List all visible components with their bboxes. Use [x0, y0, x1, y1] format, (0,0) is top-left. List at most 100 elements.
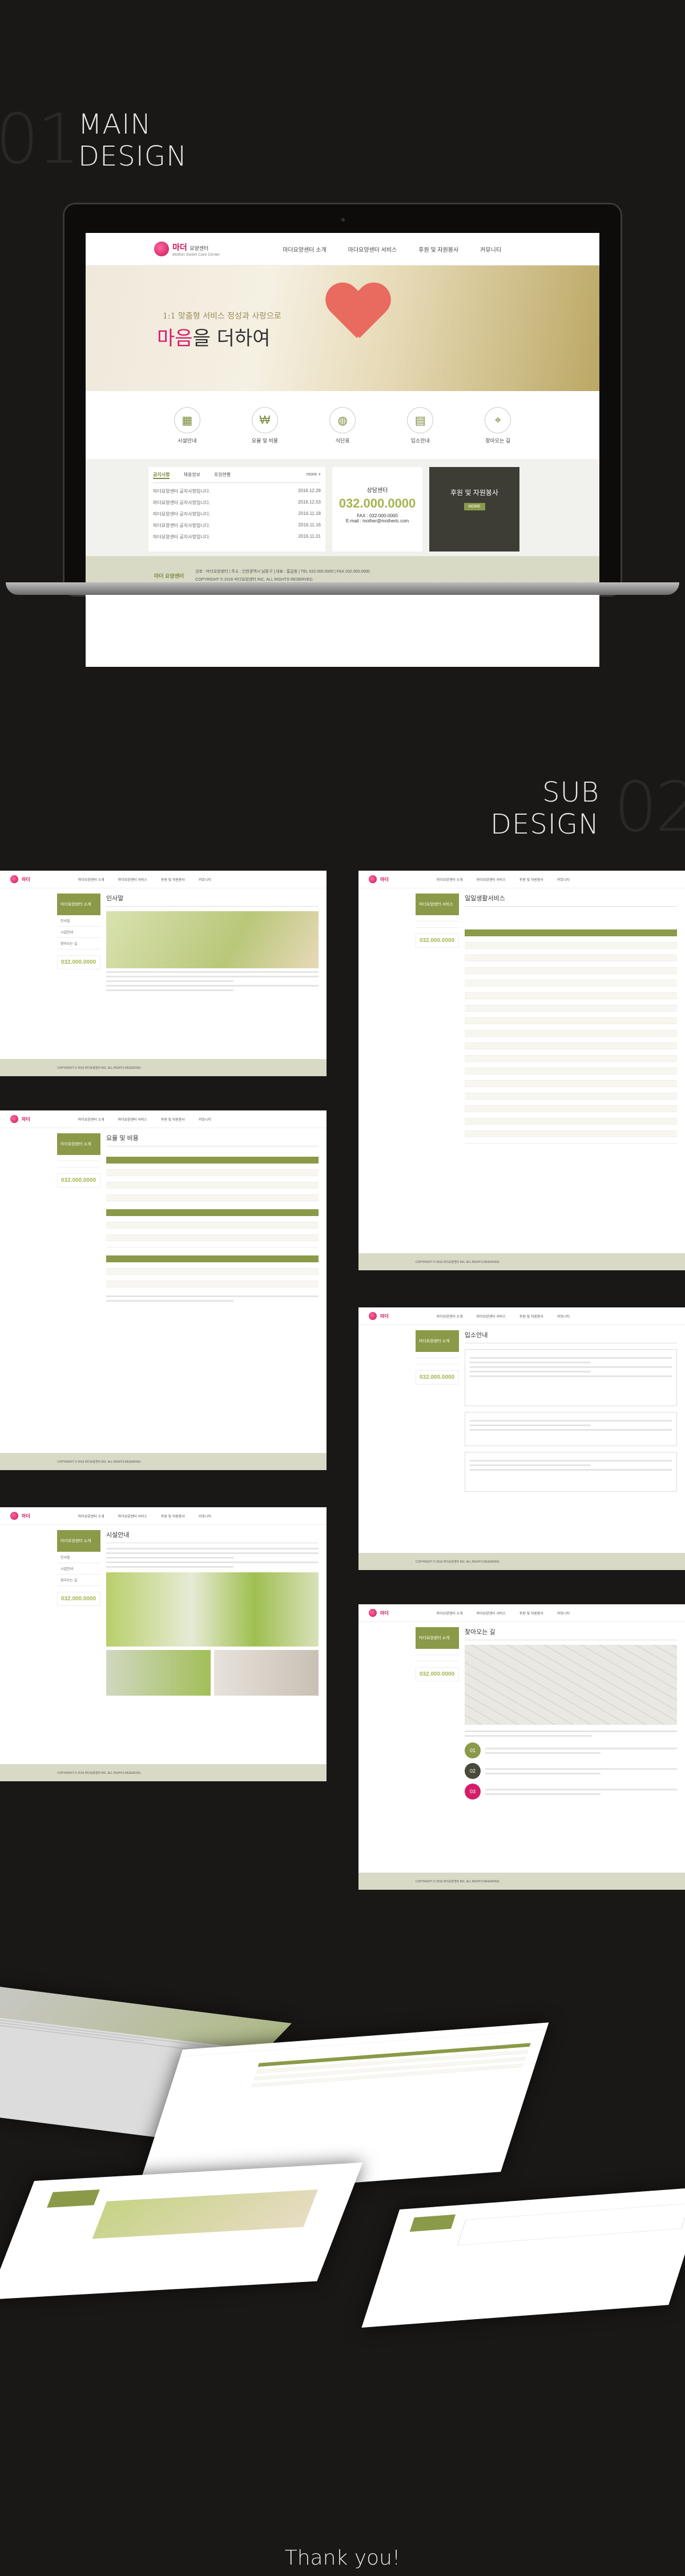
table-row [465, 1012, 677, 1018]
side-phone: 032.000.0000 [61, 1177, 96, 1184]
logo-mark-icon [369, 1312, 377, 1320]
quick-admission[interactable]: ▤ 입소안내 [407, 407, 434, 444]
side-item[interactable]: 시설안내 [57, 1563, 100, 1575]
side-item[interactable] [416, 1358, 459, 1365]
nav-item[interactable]: 마더요양센터 서비스 [118, 1117, 147, 1122]
table-row [465, 1106, 677, 1112]
nav-item[interactable]: 커뮤니티 [557, 1314, 570, 1319]
tab-donation[interactable]: 후원현황 [214, 472, 231, 479]
nav-item[interactable]: 커뮤니티 [557, 877, 570, 882]
nav-item-community[interactable]: 커뮤니티 [480, 245, 501, 253]
table-row [465, 1056, 677, 1062]
sub-page-daily-service: 마더 마더요양센터 소개 마더요양센터 서비스 후원 및 자원봉사 커뮤니티 마더요양센… [358, 871, 685, 1270]
section-heading: MAIN DESIGN [78, 108, 187, 172]
list-item[interactable]: 마더요양센터 공지사항입니다. 2016.12.03 [153, 500, 321, 506]
nav-item[interactable]: 마더요양센터 소개 [437, 877, 463, 882]
table-row [465, 1112, 677, 1118]
table-row [106, 1216, 319, 1222]
nav-item[interactable]: 마더요양센터 서비스 [118, 877, 147, 882]
nav-item[interactable]: 후원 및 자원봉사 [519, 1611, 543, 1616]
map-image[interactable] [465, 1645, 677, 1725]
side-item[interactable] [416, 1655, 459, 1661]
nav-item[interactable]: 마더요양센터 소개 [78, 1514, 104, 1519]
side-title: 마더요양센터 소개 [416, 1330, 459, 1352]
nav-item[interactable]: 마더요양센터 소개 [78, 877, 104, 882]
side-item[interactable]: 시설안내 [57, 927, 100, 938]
nav-item[interactable]: 후원 및 자원봉사 [519, 877, 543, 882]
table-row [106, 1269, 319, 1275]
table-row [465, 1049, 677, 1056]
more-link[interactable]: more + [307, 472, 321, 479]
quick-cost[interactable]: ₩ 요율 및 비용 [252, 407, 278, 444]
greeting-image [106, 911, 319, 968]
side-phone: 032.000.0000 [420, 1374, 455, 1380]
sub-footer: COPYRIGHT © 2016 마더요양센터 INC. ALL RIGHTS … [0, 1764, 327, 1781]
table-row [106, 1195, 319, 1201]
table-row [465, 1118, 677, 1125]
logo-text: 마더 [172, 242, 187, 252]
side-item[interactable]: 찾아오는 길 [57, 938, 100, 949]
heart-icon [325, 284, 388, 341]
page-title: 요율 및 비용 [106, 1133, 319, 1146]
table-header [106, 1157, 319, 1164]
nav-item-service[interactable]: 마더요양센터 서비스 [348, 245, 397, 253]
nav-item[interactable]: 후원 및 자원봉사 [519, 1314, 543, 1319]
nav-item[interactable]: 마더요양센터 소개 [437, 1314, 463, 1319]
side-item[interactable] [416, 915, 459, 921]
nav-item[interactable]: 후원 및 자원봉사 [161, 1117, 185, 1122]
donate-more-button[interactable]: MORE [464, 503, 485, 510]
quick-meal[interactable]: ◍ 식단표 [329, 407, 356, 444]
laptop-base [6, 582, 679, 595]
nav-item[interactable]: 마더요양센터 서비스 [477, 1611, 506, 1616]
sub-footer: COPYRIGHT © 2016 마더요양센터 INC. ALL RIGHTS … [0, 1453, 327, 1470]
list-item[interactable]: 마더요양센터 공지사항입니다. 2016.12.28 [153, 488, 321, 494]
hero-title-accent: 마음 [157, 327, 193, 350]
quick-label: 찾아오는 길 [485, 438, 511, 444]
perspective-mockups [0, 1941, 685, 2455]
list-item[interactable]: 마더요양센터 공지사항입니다. 2016.11.01 [153, 534, 321, 540]
quick-facility[interactable]: ▦ 시설안내 [174, 407, 200, 444]
side-item[interactable] [57, 1161, 100, 1168]
main-nav: 마더 요양센터 Mother Sweet Care Center 마더요양센터 … [86, 233, 599, 265]
table-row [465, 974, 677, 980]
nav-item[interactable]: 커뮤니티 [199, 1514, 211, 1519]
list-item[interactable]: 마더요양센터 공지사항입니다. 2016.11.16 [153, 522, 321, 529]
nav-item[interactable]: 후원 및 자원봉사 [161, 1514, 185, 1519]
side-item[interactable]: 찾아오는 길 [57, 1575, 100, 1586]
nav-item[interactable]: 마더요양센터 서비스 [118, 1514, 147, 1519]
quick-label: 시설안내 [178, 438, 197, 444]
list-item[interactable]: 마더요양센터 공지사항입니다. 2016.11.18 [153, 511, 321, 517]
table-row [465, 936, 677, 943]
tab-notice[interactable]: 공지사항 [153, 472, 170, 479]
nav-item[interactable]: 마더요양센터 소개 [437, 1611, 463, 1616]
sub-footer: COPYRIGHT © 2016 마더요양센터 INC. ALL RIGHTS … [358, 1553, 685, 1570]
logo-mark-icon [154, 242, 169, 256]
side-item[interactable] [416, 921, 459, 928]
list-date: 2016.11.18 [298, 511, 321, 516]
side-item[interactable] [416, 1352, 459, 1358]
nav-item[interactable]: 커뮤니티 [199, 877, 211, 882]
section-number: 01 [0, 100, 80, 179]
nav-item[interactable]: 커뮤니티 [199, 1117, 211, 1122]
nav-item-donate[interactable]: 후원 및 자원봉사 [418, 245, 458, 253]
tab-recruit[interactable]: 채용정보 [183, 472, 200, 479]
donate-box[interactable]: 후원 및 자원봉사 MORE [429, 467, 519, 552]
side-item[interactable] [57, 1155, 100, 1161]
consult-box: 상담센터 032.000.0000 FAX : 032-000-0000 E-m… [332, 467, 422, 552]
nav-item[interactable]: 커뮤니티 [557, 1611, 570, 1616]
table-row [465, 1125, 677, 1131]
nav-item[interactable]: 마더요양센터 소개 [78, 1117, 104, 1122]
section-number: 02 [614, 768, 685, 847]
logo-subtitle: Mother Sweet Care Center [172, 252, 220, 257]
side-item[interactable] [416, 1649, 459, 1655]
quick-map[interactable]: ⌖ 찾아오는 길 [485, 407, 511, 444]
nav-item-about[interactable]: 마더요양센터 소개 [283, 245, 326, 253]
table-row [106, 1229, 319, 1235]
side-item[interactable]: 인사말 [57, 915, 100, 927]
side-item[interactable]: 인사말 [57, 1552, 100, 1563]
nav-item[interactable]: 마더요양센터 서비스 [477, 1314, 506, 1319]
nav-item[interactable]: 마더요양센터 서비스 [477, 877, 506, 882]
nav-item[interactable]: 후원 및 자원봉사 [161, 877, 185, 882]
logo[interactable]: 마더 요양센터 Mother Sweet Care Center [154, 242, 220, 257]
table-row [106, 1275, 319, 1281]
